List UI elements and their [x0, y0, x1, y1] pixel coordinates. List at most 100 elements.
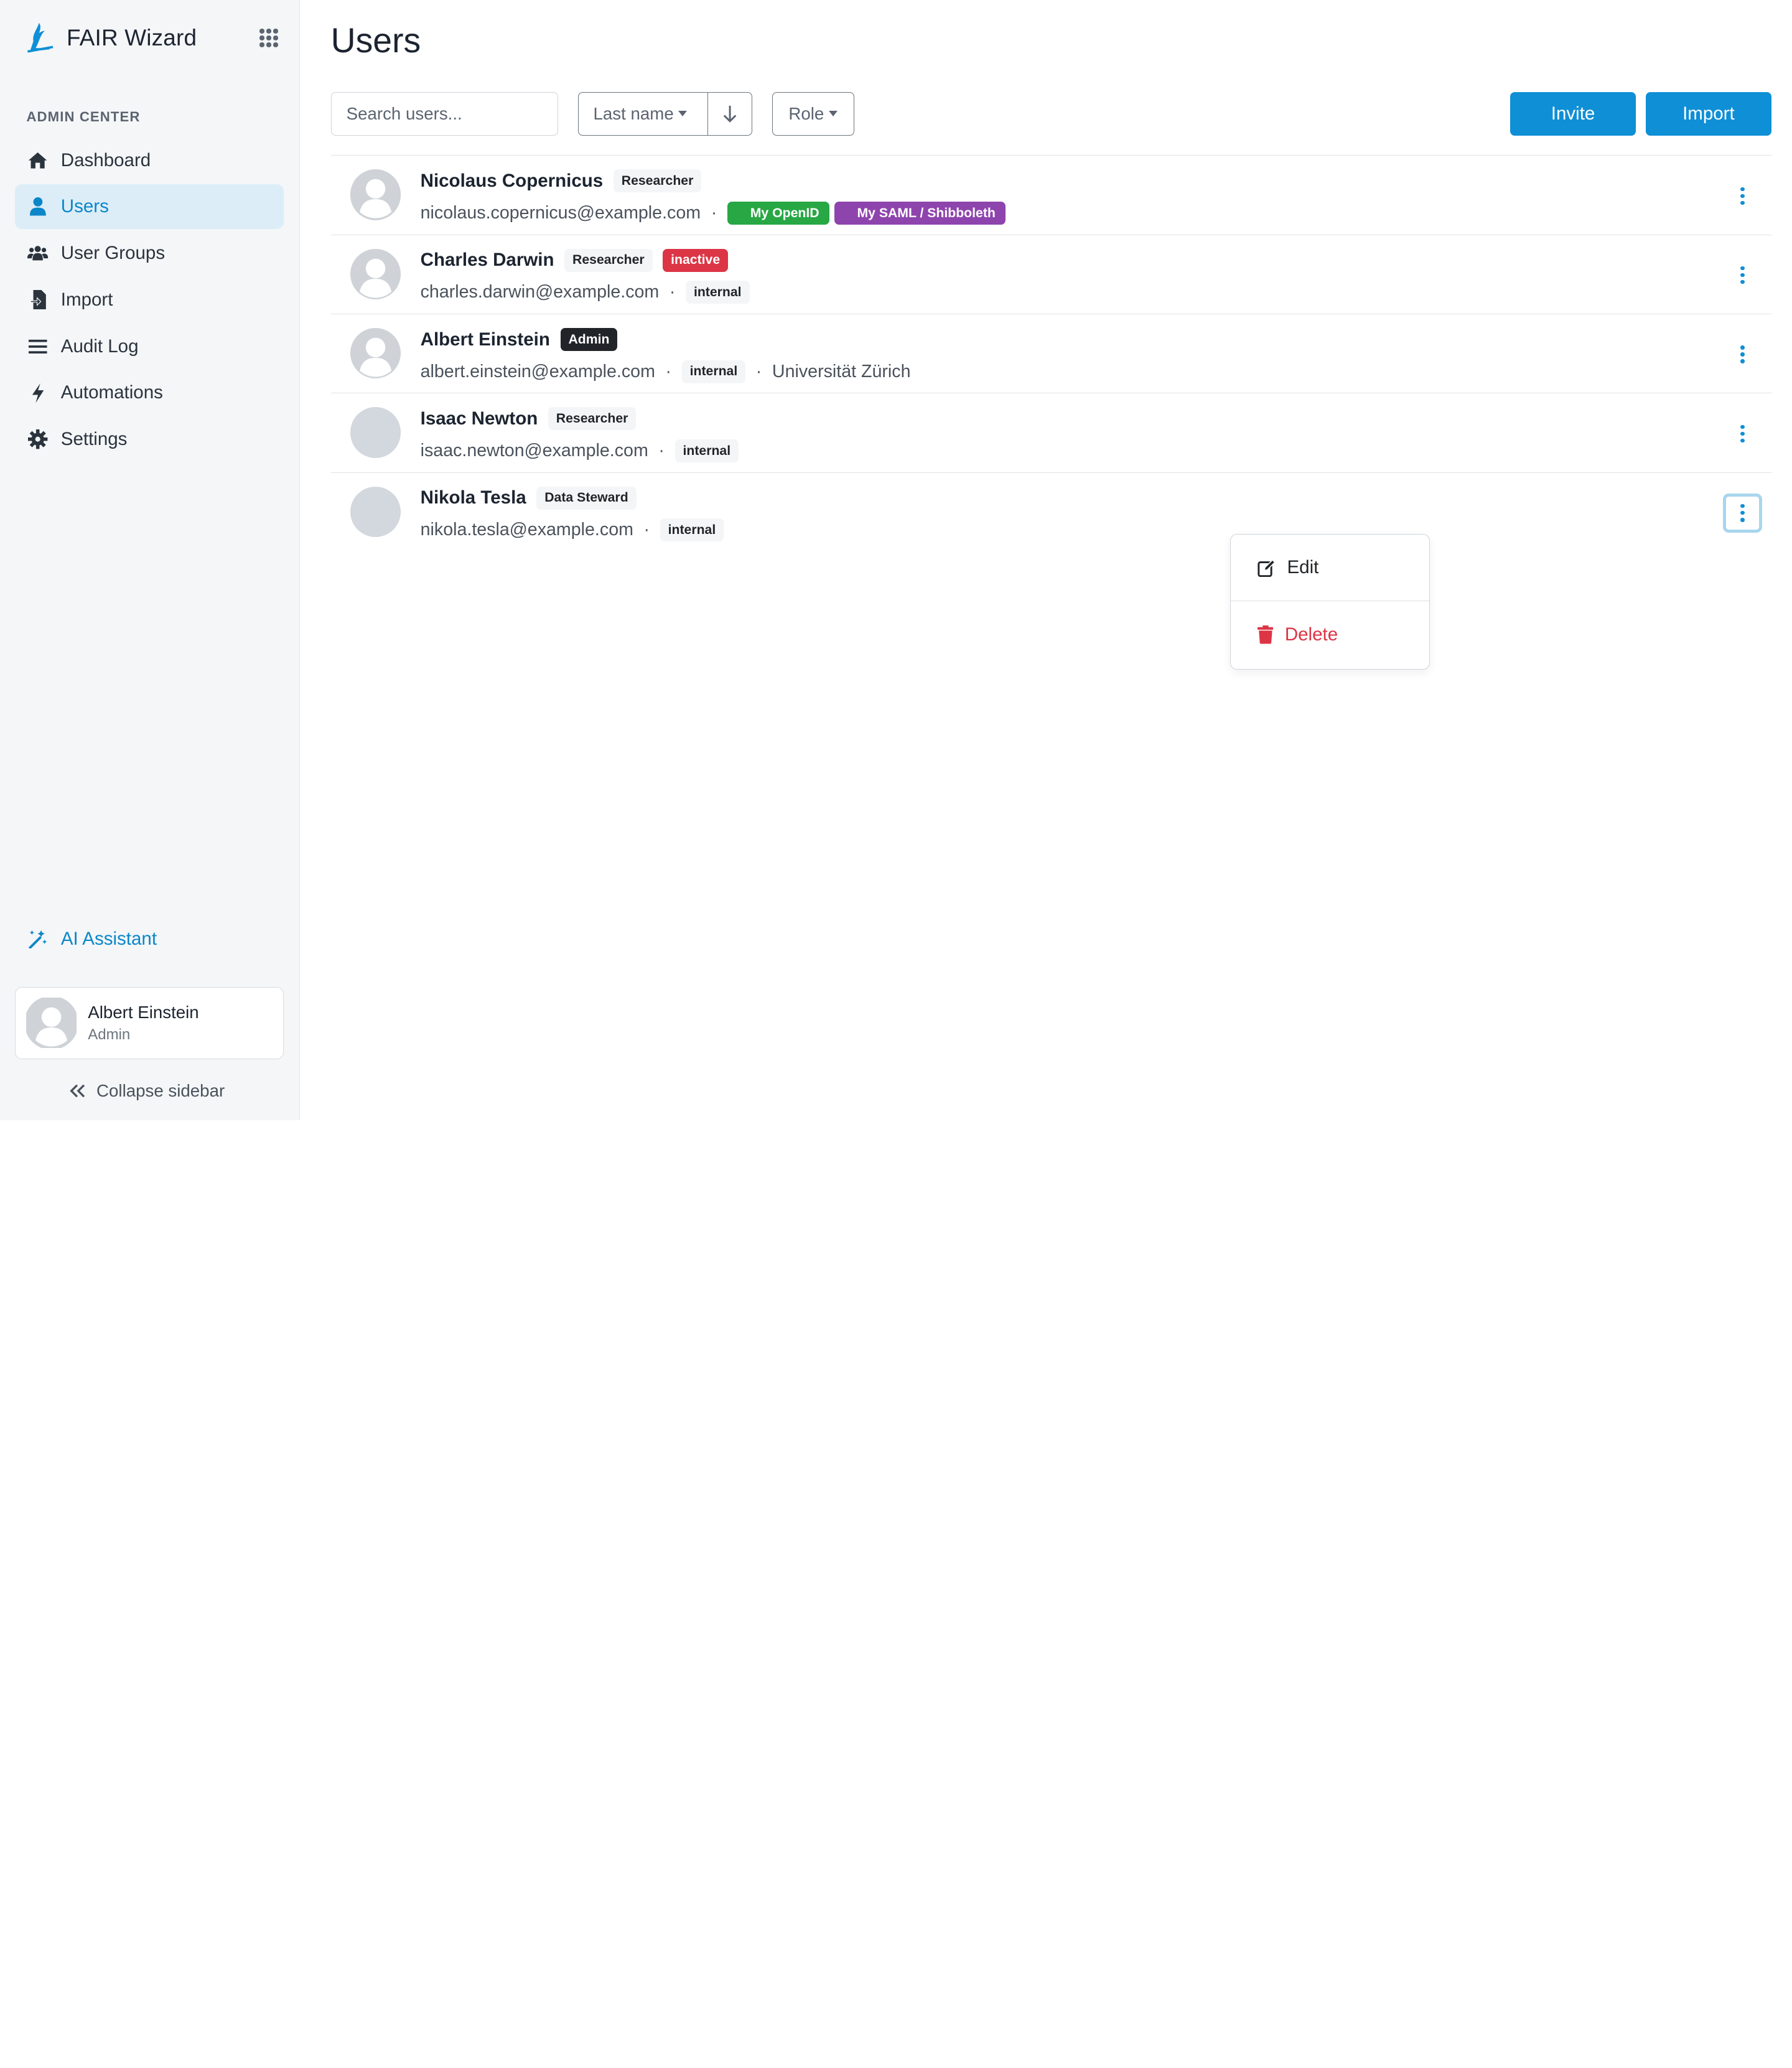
avatar [350, 328, 401, 379]
user-info-line: nicolaus.copernicus@example.com · My Ope… [421, 202, 1006, 225]
fair-wizard-logo-icon [27, 22, 54, 53]
invite-button[interactable]: Invite [1510, 91, 1636, 136]
separator-dot: · [669, 282, 676, 302]
bolt-icon [27, 383, 48, 403]
sort-direction-button[interactable] [707, 91, 753, 136]
sidebar-item-dashboard[interactable]: Dashboard [15, 138, 284, 183]
sidebar-item-audit-log[interactable]: Audit Log [15, 324, 284, 369]
sidebar-item-label: User Groups [60, 243, 166, 263]
brand[interactable]: FAIR Wizard [23, 21, 197, 55]
collapse-sidebar-label: Collapse sidebar [96, 1081, 225, 1101]
sidebar-item-label: Import [60, 289, 113, 310]
user-info-line: charles.darwin@example.com · internal [421, 281, 750, 304]
user-info-line: albert.einstein@example.com · internal ·… [421, 360, 911, 383]
auth-badges: My OpenID My SAML / Shibboleth [727, 202, 1006, 225]
avatar [26, 998, 77, 1049]
user-list: Nicolaus Copernicus Researcher nicolaus.… [330, 155, 1771, 552]
search-input[interactable] [330, 91, 559, 136]
home-icon [27, 150, 48, 171]
delete-label: Delete [1284, 624, 1338, 645]
users-icon [27, 243, 49, 263]
role-badge: Data Steward [536, 486, 637, 510]
delete-menu-item[interactable]: Delete [1231, 601, 1429, 668]
user-name[interactable]: Nikola Tesla [421, 487, 526, 508]
avatar [350, 248, 401, 299]
role-badge: Researcher [613, 169, 702, 193]
sidebar-item-label: Users [60, 196, 109, 217]
user-name-line: Albert Einstein Admin [421, 328, 618, 351]
current-user-card[interactable]: Albert Einstein Admin [14, 986, 284, 1059]
user-email: isaac.newton@example.com [420, 441, 648, 461]
caret-down-icon [678, 111, 688, 117]
avatar [350, 407, 401, 458]
separator-dot: · [755, 361, 762, 381]
kebab-icon [1740, 345, 1745, 363]
sidebar-item-users[interactable]: Users [14, 184, 284, 230]
sidebar-item-import[interactable]: Import [15, 278, 284, 322]
sidebar: FAIR Wizard ADMIN CENTER Dashboard Users [0, 0, 300, 1120]
sidebar-item-user-groups[interactable]: User Groups [15, 231, 284, 276]
avatar [350, 169, 401, 220]
edit-menu-item[interactable]: Edit [1231, 535, 1430, 602]
section-label: ADMIN CENTER [26, 109, 141, 125]
gear-icon [27, 429, 48, 449]
user-actions-button[interactable] [1723, 335, 1762, 374]
role-badge: Admin [560, 328, 618, 351]
user-actions-button[interactable] [1723, 493, 1762, 533]
user-actions-button[interactable] [1723, 176, 1762, 215]
magic-wand-icon [29, 930, 47, 949]
avatar [350, 486, 401, 537]
edit-label: Edit [1287, 557, 1319, 578]
sidebar-item-label: Automations [60, 382, 163, 403]
sidebar-item-label: Dashboard [60, 149, 151, 171]
user-name-line: Charles Darwin Researcher inactive [421, 248, 729, 272]
user-icon [27, 197, 48, 217]
user-actions-button[interactable] [1723, 414, 1762, 454]
sidebar-item-automations[interactable]: Automations [15, 370, 284, 415]
role-filter-dropdown[interactable]: Role [772, 91, 855, 136]
status-badge: inactive [663, 248, 729, 272]
current-user-role: Admin [88, 1026, 131, 1043]
user-name-line: Isaac Newton Researcher [421, 407, 637, 431]
user-actions-button[interactable] [1723, 256, 1762, 295]
list-icon [27, 336, 48, 357]
user-name-line: Nikola Tesla Data Steward [421, 486, 637, 510]
user-email: albert.einstein@example.com [420, 361, 655, 381]
kebab-icon [1740, 424, 1745, 443]
separator-dot: · [665, 361, 672, 381]
kebab-icon [1740, 266, 1745, 284]
caret-down-icon [828, 111, 838, 117]
sort-field-label: Last name [593, 103, 674, 123]
user-name[interactable]: Isaac Newton [421, 408, 538, 429]
user-name[interactable]: Nicolaus Copernicus [421, 171, 604, 192]
kebab-icon [1740, 187, 1745, 205]
trash-icon [1257, 625, 1274, 644]
collapse-sidebar-button[interactable]: Collapse sidebar [69, 1081, 225, 1101]
brand-name: FAIR Wizard [67, 24, 197, 50]
sidebar-item-settings[interactable]: Settings [15, 417, 284, 462]
user-name[interactable]: Charles Darwin [421, 250, 554, 271]
user-affiliation: Universität Zürich [772, 361, 911, 381]
double-chevron-left-icon [70, 1084, 85, 1098]
role-badge: Researcher [548, 407, 637, 431]
source-badge: internal [674, 439, 739, 463]
sort-field-dropdown[interactable]: Last name [577, 91, 709, 136]
import-button[interactable]: Import [1646, 91, 1771, 136]
page-title: Users [330, 21, 421, 60]
edit-icon [1257, 559, 1276, 577]
user-name-line: Nicolaus Copernicus Researcher [421, 169, 702, 193]
user-name[interactable]: Albert Einstein [421, 329, 550, 350]
app-switcher-icon[interactable] [259, 29, 278, 47]
ai-assistant-link[interactable]: AI Assistant [27, 929, 157, 950]
current-user-name: Albert Einstein [88, 1003, 199, 1022]
sidebar-nav: Dashboard Users User Groups Import Audit… [14, 138, 284, 464]
user-email: nikola.tesla@example.com [420, 520, 633, 540]
import-icon [27, 289, 48, 310]
role-badge: Researcher [564, 248, 653, 272]
source-badge: internal [681, 360, 746, 383]
list-item: Isaac Newton Researcher isaac.newton@exa… [330, 393, 1771, 473]
role-filter-label: Role [788, 103, 824, 123]
user-info-line: isaac.newton@example.com · internal [420, 439, 739, 463]
source-badge: internal [686, 281, 750, 304]
app-window: FAIR Wizard ADMIN CENTER Dashboard Users [0, 0, 1792, 1120]
